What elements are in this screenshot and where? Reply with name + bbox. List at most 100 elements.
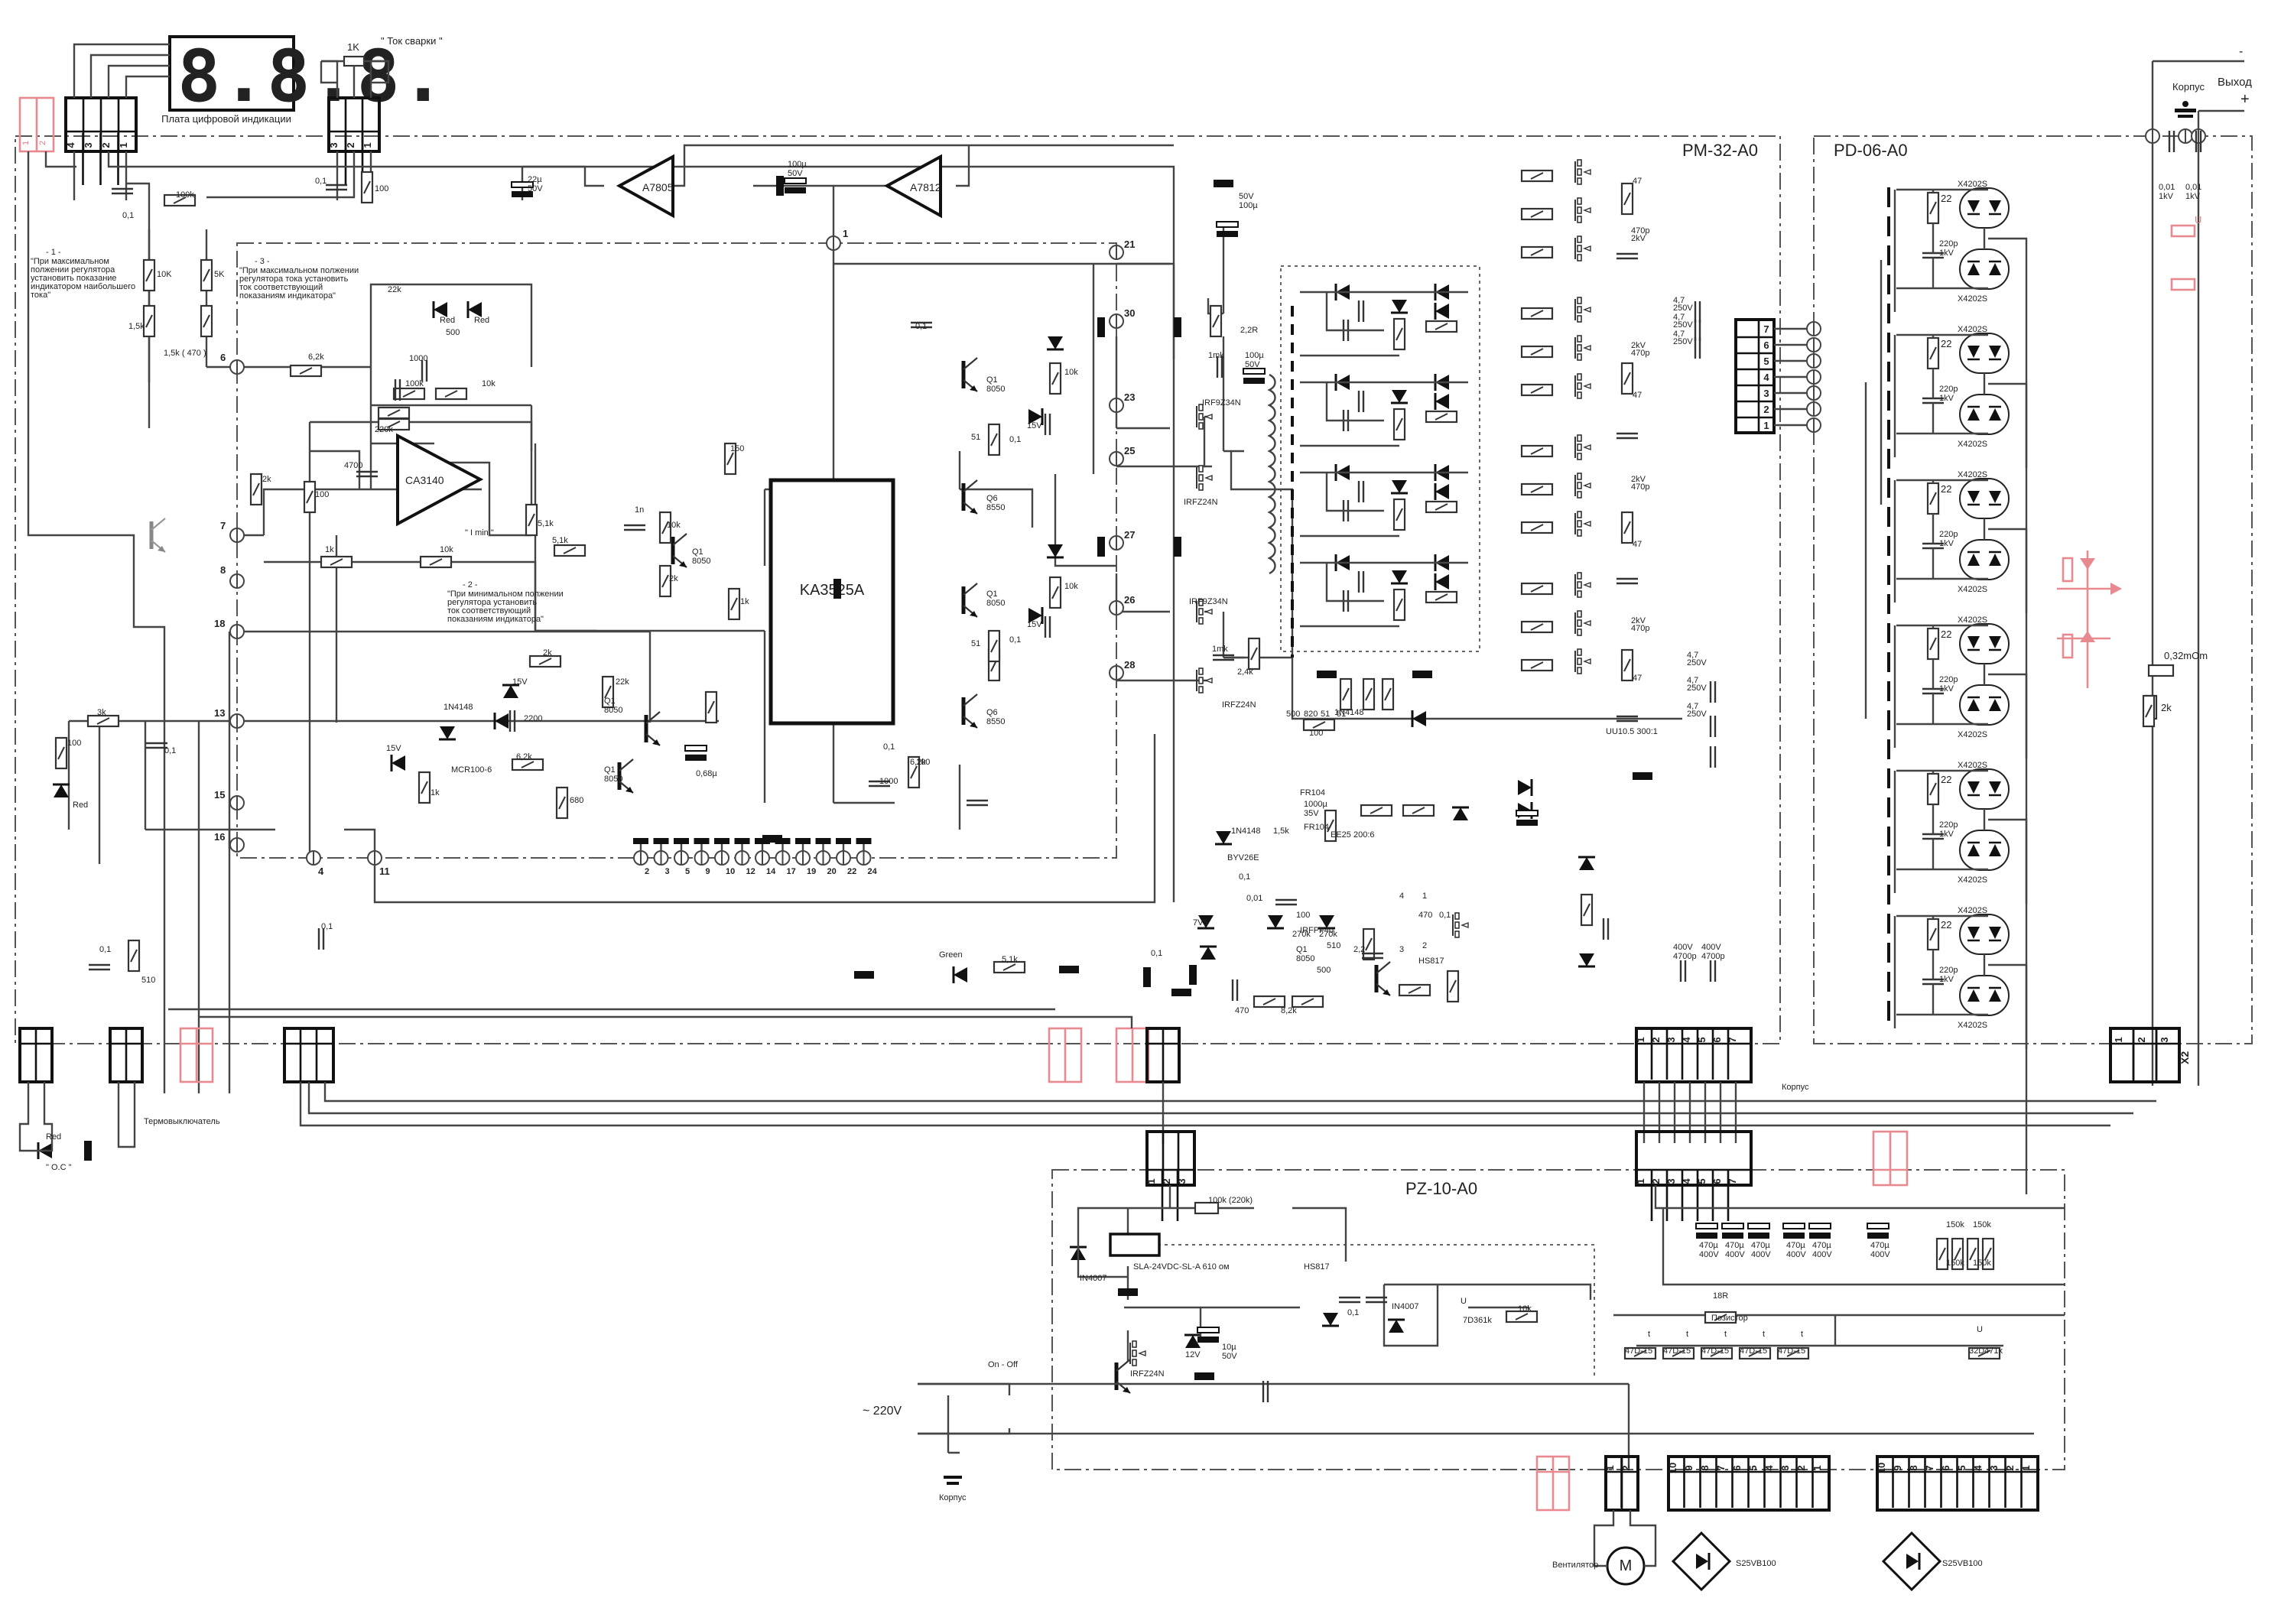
component-label: HS817 — [1418, 957, 1444, 966]
snubber-resistor-label: 22 — [1941, 774, 1951, 785]
diode — [493, 711, 510, 731]
cv-symbol — [1615, 577, 1639, 585]
component-label: Корпус — [1782, 1083, 1809, 1092]
component-label: 8550 — [986, 503, 1005, 512]
component-label: 100 — [375, 184, 388, 193]
ch-symbol — [1044, 615, 1051, 639]
component-label: 470µ — [1812, 1241, 1831, 1250]
snubber-cap-label: 220p — [1939, 385, 1958, 394]
node-number: 11 — [379, 866, 390, 877]
snubber-cap-label: 1kV — [1939, 394, 1954, 403]
component-label: 1N4148 — [444, 703, 473, 712]
rv-symbol — [1362, 677, 1376, 711]
ecap-symbol — [684, 745, 707, 762]
pz-board: 123 1234567 12 10 9 8 7 6 5 4 3 2 1 10 9 8 7 6 5 4 3 2 1 M — [918, 1130, 2065, 1592]
component-label: 2k — [543, 648, 552, 658]
pm-output-connector-pin: 5 — [1763, 356, 1769, 367]
component-label: Корпус — [939, 1493, 967, 1502]
component-label: 8050 — [604, 775, 622, 784]
shunt-label: 0,32mOm — [2164, 650, 2208, 661]
x2-connector-pin: 1 — [2113, 1037, 2124, 1042]
snubber-cap-label: 1kV — [1939, 684, 1954, 693]
rv-symbol — [987, 629, 1001, 663]
component-label: 1mk — [1208, 351, 1224, 360]
pm-output-connector-pin: 4 — [1763, 372, 1769, 383]
component-label: 1mk — [1212, 645, 1228, 654]
component-label: 1000µ — [1304, 800, 1327, 809]
rh-symbol — [1402, 804, 1435, 817]
node-number: 15 — [214, 789, 225, 801]
component-label: 680 — [570, 796, 583, 805]
connection-node — [367, 850, 382, 866]
component-label: 100k (220k) — [1208, 1196, 1253, 1205]
rectifier-label: X4202S — [1958, 730, 1987, 739]
component-label: 470 — [1235, 1006, 1249, 1015]
display-connector-pin: 4 — [65, 142, 76, 148]
component-label: 100 — [1296, 911, 1310, 920]
component-label: 100k — [176, 190, 194, 200]
component-label: Q1 — [986, 375, 998, 385]
snubber-resistor-label: 22 — [1941, 628, 1951, 640]
component-label: 470µ — [1786, 1241, 1805, 1250]
connection-node — [229, 837, 245, 853]
component-label: 0,01 — [1246, 894, 1262, 903]
ecap-symbol — [1808, 1223, 1831, 1239]
bridge2-connector-pin: 10 — [1876, 1463, 1887, 1473]
component-label: 2200 — [524, 714, 542, 723]
ch-symbol — [1231, 978, 1239, 1002]
rv-symbol — [2142, 694, 2156, 728]
component-label: IRFZ24N — [1184, 498, 1218, 507]
output-minus-label: - — [2239, 45, 2243, 58]
rv-symbol — [727, 587, 741, 621]
output-plus-label: + — [2240, 91, 2250, 108]
ecap-symbol — [1747, 1223, 1770, 1239]
component-label: 470p — [1631, 624, 1649, 633]
component-label: 10k — [1518, 1304, 1532, 1314]
component-label: 0,1 — [1009, 435, 1021, 444]
component-label: 510 — [141, 976, 155, 985]
diode — [1266, 914, 1285, 930]
rectifier-label: X4202S — [1958, 761, 1987, 770]
component-label: 100 — [315, 490, 329, 499]
rh-symbol — [320, 555, 353, 569]
svg-text:U: U — [2195, 214, 2201, 226]
component-label: IRF9Z34N — [1189, 597, 1228, 606]
node-number: 1 — [843, 228, 848, 239]
component-label: 10k — [1064, 368, 1078, 377]
component-label: 12V — [1185, 1350, 1201, 1359]
pot-value: 1K — [347, 41, 359, 53]
gndv-symbol — [1097, 537, 1105, 557]
component-label: Q1 — [986, 590, 998, 599]
component-label: 150k — [1973, 1220, 1991, 1229]
component-label: BYV26E — [1227, 853, 1259, 862]
rv-symbol — [555, 786, 569, 820]
svg-text:1: 1 — [21, 141, 31, 145]
rh-symbol — [434, 387, 468, 401]
component-label: 0,1 — [1151, 949, 1162, 958]
component-label: IN4007 — [1392, 1302, 1418, 1311]
ch-symbol — [1694, 336, 1701, 360]
ecap-symbol — [1867, 1223, 1889, 1239]
rectifier-label: X4202S — [1958, 1021, 1987, 1030]
component-label: 10k — [482, 379, 496, 388]
pot-connector-pin: 3 — [328, 142, 340, 148]
component-label: U — [1461, 1297, 1467, 1306]
mosfet-k2837 — [1574, 235, 1591, 261]
node-number: 13 — [214, 707, 225, 719]
connection-node — [1109, 245, 1124, 260]
gndv-symbol — [776, 176, 784, 196]
resistor-output — [2170, 278, 2196, 291]
pot-label: " Ток сварки " — [381, 35, 443, 47]
component-label: Термовыключатель — [144, 1117, 220, 1126]
rh-symbol — [1291, 995, 1324, 1009]
rv-symbol — [1620, 362, 1634, 395]
component-label: 500 — [1286, 710, 1300, 719]
component-label: 7D361k — [1463, 1316, 1492, 1325]
ntc-t-marker: t — [1763, 1330, 1765, 1339]
component-label: " O.C " — [46, 1163, 72, 1172]
component-label: Q6 — [986, 494, 998, 503]
component-label: 5,1k — [552, 536, 568, 545]
ch-symbol — [1709, 680, 1717, 704]
component-label: 50V — [528, 184, 543, 193]
component-label: Q1 — [692, 547, 703, 557]
